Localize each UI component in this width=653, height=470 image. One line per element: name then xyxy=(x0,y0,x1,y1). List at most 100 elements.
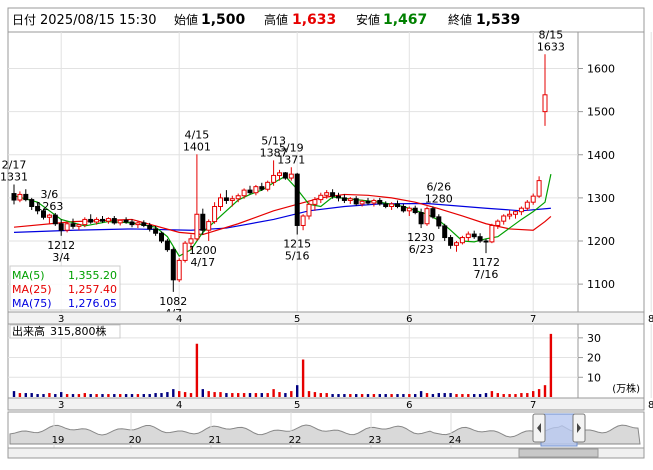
volume-bar xyxy=(119,394,122,397)
ma-legend: MA(5) 1,355.20 MA(25) 1,257.40 MA(75) 1,… xyxy=(9,265,121,311)
candle xyxy=(412,205,418,215)
candle xyxy=(294,172,300,235)
candle-body xyxy=(141,222,147,226)
volume-bar xyxy=(154,393,157,397)
volume-bar xyxy=(71,394,75,397)
candle-body xyxy=(271,174,277,183)
candle-body xyxy=(259,186,265,190)
volume-bar xyxy=(431,394,435,397)
volume-bar xyxy=(18,393,22,397)
volume-bar xyxy=(313,392,317,397)
navigator-scrollbar-thumb[interactable] xyxy=(518,448,599,458)
annotation-text: 6/23 xyxy=(409,243,434,256)
candle-body xyxy=(330,192,336,197)
month-axis-strip xyxy=(7,311,645,325)
volume-bar xyxy=(496,393,499,397)
volume-bar xyxy=(30,393,33,397)
annotation-text: 1331 xyxy=(0,171,28,184)
candle-body xyxy=(359,200,365,205)
volume-bar xyxy=(325,393,328,397)
volume-bar xyxy=(201,389,204,397)
candle xyxy=(247,185,253,195)
candle xyxy=(253,184,259,196)
candle-body xyxy=(318,194,324,201)
candle xyxy=(182,241,188,263)
annotation-text: 7/16 xyxy=(474,268,499,281)
volume-bar xyxy=(260,393,263,397)
candle-body xyxy=(365,200,371,204)
volume-bar xyxy=(508,394,511,397)
candle xyxy=(483,238,489,254)
volume-bar xyxy=(189,393,193,397)
candle-body xyxy=(412,207,418,214)
volume-bar xyxy=(213,392,216,397)
annotation-text: 3/4 xyxy=(52,251,70,264)
price-annotation: 6/261280 xyxy=(425,181,453,206)
month-axis-label: 6 xyxy=(406,314,412,325)
ma25-legend-value: 1,257.40 xyxy=(68,283,117,296)
candle xyxy=(271,160,277,186)
candle-body xyxy=(459,237,465,244)
candle xyxy=(542,54,548,126)
volume-bar xyxy=(408,394,411,397)
volume-bar xyxy=(290,391,293,397)
candle-body xyxy=(524,201,530,209)
price-axis-label: 1500 xyxy=(587,106,615,119)
volume-bar xyxy=(543,385,547,397)
candle xyxy=(336,192,341,202)
volume-bar xyxy=(54,394,57,397)
navigator-left-handle[interactable] xyxy=(532,413,546,443)
candle xyxy=(29,197,35,210)
volume-bar xyxy=(349,394,352,397)
volume-bar xyxy=(520,393,523,397)
candle-body xyxy=(395,203,400,208)
range-navigator[interactable]: 19 20 21 22 23 24 xyxy=(7,411,645,459)
volume-bar xyxy=(526,393,529,397)
candle-body xyxy=(306,203,312,217)
candle xyxy=(70,218,76,229)
volume-bar xyxy=(42,394,45,397)
candle xyxy=(170,247,176,292)
candle-body xyxy=(495,220,501,226)
volume-bar xyxy=(307,391,311,397)
volume-bar xyxy=(101,394,104,397)
candle-body xyxy=(212,206,218,223)
price-annotation: 12123/4 xyxy=(47,239,75,264)
candle xyxy=(495,219,501,229)
volume-bar xyxy=(549,333,553,397)
volume-bar xyxy=(319,393,322,397)
navigator-axis-label: 22 xyxy=(289,435,302,446)
candle-body xyxy=(17,193,23,201)
candle-body xyxy=(94,218,100,223)
candle xyxy=(477,233,483,243)
annotation-text: 4/17 xyxy=(190,256,215,269)
candle-body xyxy=(448,237,454,246)
candle-body xyxy=(241,189,247,197)
month-axis-label: 8 xyxy=(648,314,653,325)
navigator-right-handle[interactable] xyxy=(572,413,586,443)
price-annotation: 3/61263 xyxy=(35,188,63,213)
volume-bar xyxy=(537,389,541,397)
candle xyxy=(212,202,218,224)
candle-body xyxy=(294,173,300,226)
month-axis-label: 3 xyxy=(58,400,64,411)
candle xyxy=(52,212,58,226)
candle-body xyxy=(23,193,29,201)
close-value: 1,539 xyxy=(476,12,520,28)
candle-body xyxy=(483,240,489,243)
candle-body xyxy=(353,198,359,205)
ma75-legend-value: 1,276.05 xyxy=(68,297,117,310)
candle-body xyxy=(111,218,117,224)
candle xyxy=(518,206,524,216)
price-axis-label: 1200 xyxy=(587,235,615,248)
volume-bar xyxy=(414,394,417,397)
candle xyxy=(288,167,294,181)
candle xyxy=(424,206,430,226)
candle-body xyxy=(288,173,294,179)
volume-bar xyxy=(254,393,258,397)
candle xyxy=(117,219,123,226)
candle-body xyxy=(11,193,17,201)
candlesticks xyxy=(11,54,548,292)
candle-body xyxy=(135,222,141,226)
navigator-selected-range[interactable] xyxy=(540,413,578,447)
